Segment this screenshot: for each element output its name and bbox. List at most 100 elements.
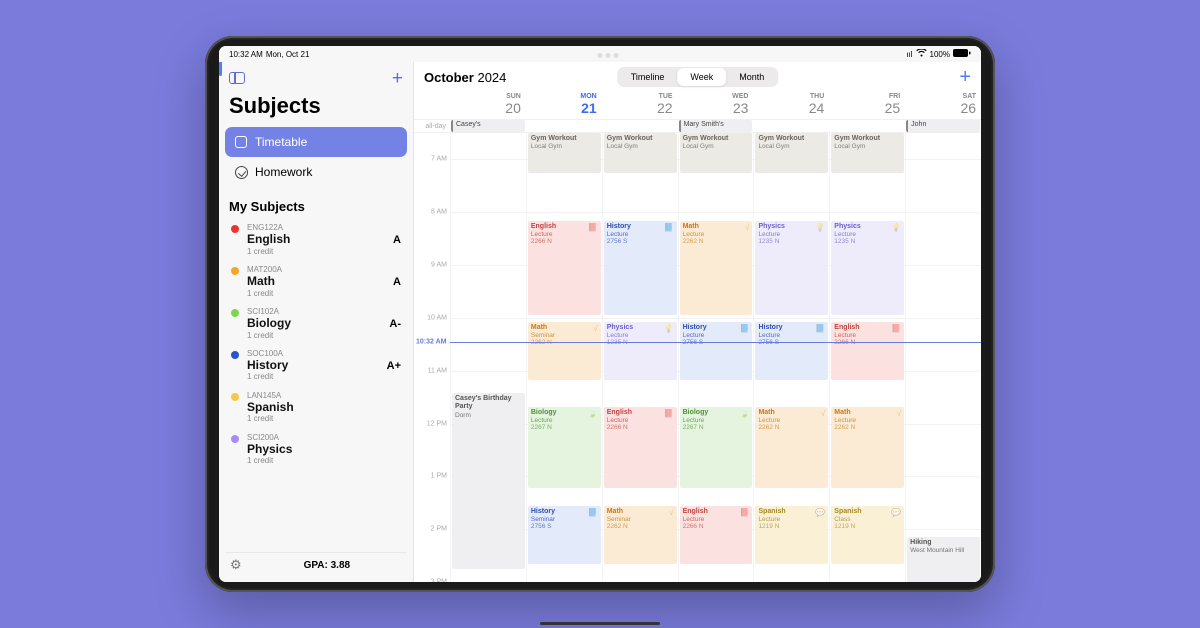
day-column: Gym WorkoutLocal Gym EnglishLecture2266 N…: [526, 133, 602, 582]
subject-spanish[interactable]: LAN145ASpanish1 credit: [225, 387, 407, 429]
event-block[interactable]: MathLecture2262 N√: [831, 407, 904, 488]
event-icon: 📕: [739, 508, 749, 517]
section-title: My Subjects: [225, 187, 407, 219]
subject-color-dot: [231, 393, 239, 401]
hour-label: 12 PM: [427, 420, 447, 427]
event-icon: 📕: [588, 223, 598, 232]
event-block[interactable]: Gym WorkoutLocal Gym: [528, 133, 601, 173]
subject-biology[interactable]: SCI102ABiology1 credit A-: [225, 303, 407, 345]
hour-label: 3 PM: [431, 579, 447, 583]
subject-physics[interactable]: SCI200APhysics1 credit: [225, 429, 407, 471]
sidebar: + Subjects Timetable Homework My Subject…: [219, 62, 414, 582]
hour-label: 8 AM: [431, 209, 447, 216]
signal-icon: ııl: [906, 50, 912, 59]
status-time: 10:32 AM: [229, 50, 263, 59]
sidebar-toggle-icon[interactable]: [229, 72, 245, 84]
event-block[interactable]: EnglishLecture2266 N📕: [831, 322, 904, 380]
day-column: Gym WorkoutLocal Gym MathLecture2262 N√ Hi…: [678, 133, 754, 582]
status-date: Mon, Oct 21: [266, 50, 310, 59]
event-block[interactable]: MathLecture2262 N√: [680, 221, 753, 315]
event-icon: √: [745, 223, 749, 232]
hour-label: 7 AM: [431, 156, 447, 163]
event-block[interactable]: HistoryLecture2756 S📘: [604, 221, 677, 315]
subject-english[interactable]: ENG122AEnglish1 credit A: [225, 219, 407, 261]
event-block[interactable]: SpanishLecture1219 N💬: [755, 506, 828, 564]
event-icon: √: [669, 508, 673, 517]
subject-color-dot: [231, 435, 239, 443]
subject-color-dot: [231, 351, 239, 359]
day-header[interactable]: MON21: [526, 92, 602, 119]
ipad-frame: 10:32 AM Mon, Oct 21 ııl 100% + Subjects: [205, 36, 995, 592]
event-block[interactable]: HistorySeminar2756 S📘: [528, 506, 601, 564]
event-block[interactable]: Gym WorkoutLocal Gym: [755, 133, 828, 173]
event-icon: 💡: [664, 324, 674, 333]
battery-pct: 100%: [930, 50, 950, 59]
subject-history[interactable]: SOC100AHistory1 credit A+: [225, 345, 407, 387]
calendar-icon: [234, 135, 248, 149]
event-block[interactable]: SpanishClass1219 N💬: [831, 506, 904, 564]
subject-grade: A: [393, 234, 401, 246]
event-block[interactable]: Gym WorkoutLocal Gym: [604, 133, 677, 173]
main-pane: October 2024 TimelineWeekMonth + SUN20MO…: [414, 62, 981, 582]
day-header[interactable]: WED23: [678, 92, 754, 119]
day-column: HikingWest Mountain Hill: [905, 133, 981, 582]
event-icon: 📘: [739, 324, 749, 333]
battery-icon: [953, 49, 971, 59]
event-block[interactable]: Gym WorkoutLocal Gym: [680, 133, 753, 173]
hour-label: 11 AM: [428, 367, 447, 374]
subject-color-dot: [231, 267, 239, 275]
event-icon: √: [821, 409, 825, 418]
event-block[interactable]: BiologyLecture2267 N🍃: [680, 407, 753, 488]
event-icon: 🍃: [588, 409, 598, 418]
nav-timetable[interactable]: Timetable: [225, 127, 407, 157]
event-block[interactable]: EnglishLecture2266 N📕: [680, 506, 753, 564]
event-block[interactable]: PhysicsLecture1235 N💡: [831, 221, 904, 315]
event-block[interactable]: HistoryLecture2756 S📘: [755, 322, 828, 380]
event-icon: 📘: [664, 223, 674, 232]
event-block[interactable]: Casey's Birthday PartyDorm: [452, 393, 525, 568]
event-block[interactable]: HikingWest Mountain Hill: [907, 537, 980, 582]
event-block[interactable]: MathSeminar2262 N√: [528, 322, 601, 380]
subject-color-dot: [231, 225, 239, 233]
event-block[interactable]: EnglishLecture2266 N📕: [604, 407, 677, 488]
day-header[interactable]: SUN20: [450, 92, 526, 119]
allday-event[interactable]: John: [906, 120, 980, 132]
event-icon: 💡: [891, 223, 901, 232]
event-block[interactable]: PhysicsLecture1235 N💡: [755, 221, 828, 315]
month-title: October 2024: [424, 70, 506, 85]
event-block[interactable]: EnglishLecture2266 N📕: [528, 221, 601, 315]
event-icon: 💬: [891, 508, 901, 517]
nav-homework[interactable]: Homework: [225, 157, 407, 187]
event-icon: 📕: [664, 409, 674, 418]
event-block[interactable]: MathSeminar2262 N√: [604, 506, 677, 564]
view-timeline[interactable]: Timeline: [618, 68, 678, 86]
day-header[interactable]: FRI25: [829, 92, 905, 119]
allday-event[interactable]: Mary Smith's: [679, 120, 753, 132]
event-icon: 📘: [588, 508, 598, 517]
day-header[interactable]: SAT26: [905, 92, 981, 119]
view-month[interactable]: Month: [726, 68, 777, 86]
event-block[interactable]: HistoryLecture2756 S📘: [680, 322, 753, 380]
view-week[interactable]: Week: [677, 68, 726, 86]
gpa-value: GPA: 3.88: [252, 560, 402, 571]
add-subject-icon[interactable]: +: [392, 69, 403, 88]
day-header[interactable]: TUE22: [602, 92, 678, 119]
allday-event[interactable]: Casey's: [451, 120, 525, 132]
gear-icon[interactable]: ⚙: [230, 557, 242, 573]
day-header[interactable]: THU24: [753, 92, 829, 119]
add-event-icon[interactable]: +: [959, 66, 971, 89]
view-segmented[interactable]: TimelineWeekMonth: [617, 67, 779, 87]
screen: 10:32 AM Mon, Oct 21 ııl 100% + Subjects: [219, 46, 981, 582]
event-block[interactable]: Gym WorkoutLocal Gym: [831, 133, 904, 173]
hour-label: 10 AM: [427, 314, 447, 321]
subject-math[interactable]: MAT200AMath1 credit A: [225, 261, 407, 303]
today-indicator: [219, 62, 222, 76]
check-circle-icon: [234, 165, 248, 179]
event-block[interactable]: BiologyLecture2267 N🍃: [528, 407, 601, 488]
event-block[interactable]: MathLecture2262 N√: [755, 407, 828, 488]
event-icon: 📕: [891, 324, 901, 333]
event-block[interactable]: PhysicsLecture1235 N💡: [604, 322, 677, 380]
event-icon: √: [593, 324, 597, 333]
hour-label: 2 PM: [431, 526, 447, 533]
subject-color-dot: [231, 309, 239, 317]
